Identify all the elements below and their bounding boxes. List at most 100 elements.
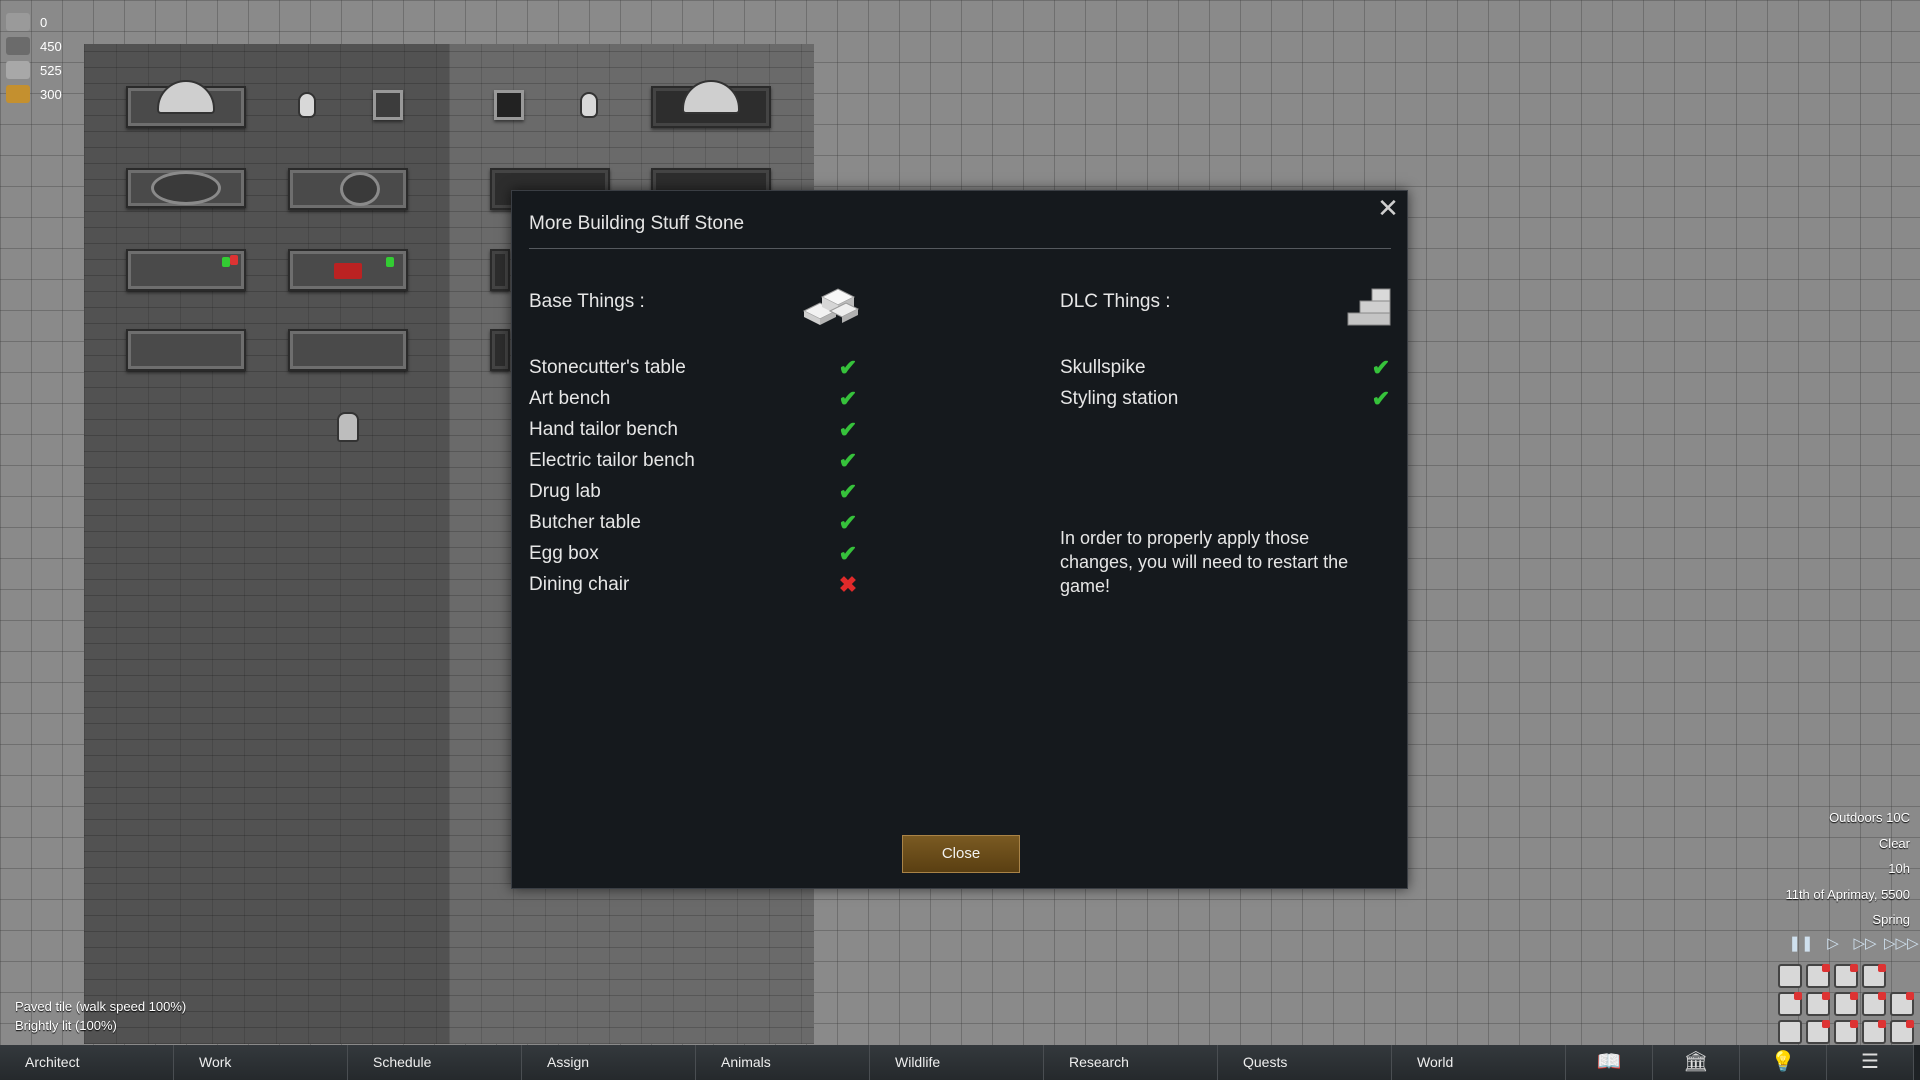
resource-row[interactable]: 450: [6, 34, 62, 58]
restart-notice: In order to properly apply those changes…: [1060, 528, 1349, 596]
ideas-icon[interactable]: 💡: [1740, 1045, 1827, 1080]
tab-research[interactable]: Research: [1044, 1045, 1218, 1080]
drug-lab-light[interactable]: [288, 168, 408, 210]
item-label: Drug lab: [529, 481, 601, 502]
item-label: Art bench: [529, 388, 611, 409]
time-speed-controls: ❚❚ ▷ ▷▷ ▷▷▷: [1788, 935, 1919, 953]
item-label: Styling station: [1060, 388, 1179, 409]
book-icon[interactable]: 📖: [1566, 1045, 1653, 1080]
grid-icon[interactable]: [1778, 1020, 1802, 1044]
title-divider: [529, 248, 1391, 249]
list-item: Art bench ✔: [529, 383, 879, 414]
egg-box-dark[interactable]: [494, 90, 524, 120]
list-item: Egg box ✔: [529, 538, 879, 569]
temperature-icon[interactable]: [1862, 964, 1886, 988]
art-bench-dark[interactable]: [490, 329, 510, 371]
item-label: Egg box: [529, 543, 599, 564]
wood-icon: [6, 85, 30, 103]
dlc-things-list: Skullspike ✔ Styling station ✔: [1060, 352, 1400, 414]
item-label: Stonecutter's table: [529, 357, 686, 378]
steel-icon: [6, 61, 30, 79]
date-text: 11th of Aprimay, 5500: [1785, 886, 1910, 902]
dlc-things-label: DLC Things :: [1060, 291, 1171, 312]
area-icon[interactable]: [1862, 1020, 1886, 1044]
item-label: Skullspike: [1060, 357, 1146, 378]
superfast-icon[interactable]: ▷▷▷: [1884, 935, 1919, 953]
close-icon[interactable]: ✕: [1377, 195, 1399, 221]
stonecutter-bench-dark[interactable]: [651, 80, 771, 128]
checkmark-icon: ✔: [838, 448, 858, 473]
tailor-bench-light[interactable]: [126, 249, 246, 291]
base-things-list: Stonecutter's table ✔ Art bench ✔ Hand tai…: [529, 352, 879, 600]
list-item: Styling station ✔: [1060, 383, 1400, 414]
item-label: Electric tailor bench: [529, 450, 695, 471]
pawn-icon[interactable]: [1834, 1020, 1858, 1044]
checkmark-icon: ✔: [838, 417, 858, 442]
temperature-text: Outdoors 10C: [1829, 810, 1910, 825]
close-button[interactable]: Close: [902, 835, 1020, 873]
checkmark-icon: ✔: [838, 510, 858, 535]
cross-icon: ✖: [838, 572, 858, 597]
home-icon[interactable]: [1890, 992, 1914, 1016]
fast-icon[interactable]: ▷▷: [1852, 935, 1878, 953]
resource-readout: 0 450 525 300: [6, 10, 62, 106]
tab-assign[interactable]: Assign: [522, 1045, 696, 1080]
checkmark-icon: ✔: [1371, 386, 1391, 411]
resource-row[interactable]: 0: [6, 10, 62, 34]
fertility-icon[interactable]: [1862, 992, 1886, 1016]
main-tab-bar: Architect Work Schedule Assign Animals W…: [0, 1045, 1920, 1080]
resource-value: 525: [40, 62, 62, 78]
stonecutter-bench-light[interactable]: [126, 80, 246, 128]
list-item: Stonecutter's table ✔: [529, 352, 879, 383]
weather-text: Clear: [1878, 835, 1910, 851]
notes-icon[interactable]: [1890, 1020, 1914, 1044]
resource-value: 450: [40, 38, 62, 54]
tile-terrain-text: Paved tile (walk speed 100%): [15, 999, 187, 1014]
skullspike-light[interactable]: [298, 92, 316, 118]
base-things-label: Base Things :: [529, 291, 645, 312]
weather-readout: Outdoors 10C Clear 10h 11th of Aprimay, …: [1785, 805, 1910, 933]
resource-row[interactable]: 525: [6, 58, 62, 82]
tailor-bench-dark[interactable]: [490, 249, 510, 291]
roof-icon[interactable]: [1806, 992, 1830, 1016]
tab-work[interactable]: Work: [174, 1045, 348, 1080]
play-icon[interactable]: ▷: [1820, 935, 1846, 953]
resource-value: 0: [40, 14, 48, 30]
list-item: Drug lab ✔: [529, 476, 879, 507]
styling-station-light[interactable]: [126, 329, 246, 371]
colonist-icon: [6, 13, 30, 31]
terrain-icon[interactable]: [1834, 992, 1858, 1016]
resource-row[interactable]: 300: [6, 82, 62, 106]
tab-architect[interactable]: Architect: [0, 1045, 174, 1080]
skullspike-dark[interactable]: [580, 92, 598, 118]
build-icon[interactable]: [1778, 992, 1802, 1016]
tab-quests[interactable]: Quests: [1218, 1045, 1392, 1080]
electric-tailor-bench-light[interactable]: [288, 249, 408, 291]
hour-text: 10h: [1888, 861, 1910, 876]
tab-wildlife[interactable]: Wildlife: [870, 1045, 1044, 1080]
art-bench-light[interactable]: [288, 329, 408, 371]
butcher-table-light[interactable]: [126, 168, 246, 208]
checkmark-icon: ✔: [838, 386, 858, 411]
tab-world[interactable]: World: [1392, 1045, 1566, 1080]
checkmark-icon: ✔: [838, 541, 858, 566]
factions-icon[interactable]: 🏛: [1653, 1045, 1740, 1080]
item-label: Hand tailor bench: [529, 419, 678, 440]
tab-animals[interactable]: Animals: [696, 1045, 870, 1080]
search-icon[interactable]: [1778, 964, 1802, 988]
dialog-title: More Building Stuff Stone: [529, 213, 745, 234]
beauty-icon[interactable]: [1806, 1020, 1830, 1044]
stone-blocks-icon: [802, 288, 860, 325]
season-text: Spring: [1872, 912, 1910, 927]
zone-icon[interactable]: [1806, 964, 1830, 988]
egg-box-light[interactable]: [373, 90, 403, 120]
checkmark-icon: ✔: [1371, 355, 1391, 380]
list-icon[interactable]: [1834, 964, 1858, 988]
checkmark-icon: ✔: [838, 479, 858, 504]
resource-value: 300: [40, 86, 62, 102]
item-label: Butcher table: [529, 512, 641, 533]
dining-chair[interactable]: [337, 412, 359, 442]
menu-icon[interactable]: ☰: [1827, 1045, 1914, 1080]
pause-icon[interactable]: ❚❚: [1788, 935, 1814, 953]
tab-schedule[interactable]: Schedule: [348, 1045, 522, 1080]
